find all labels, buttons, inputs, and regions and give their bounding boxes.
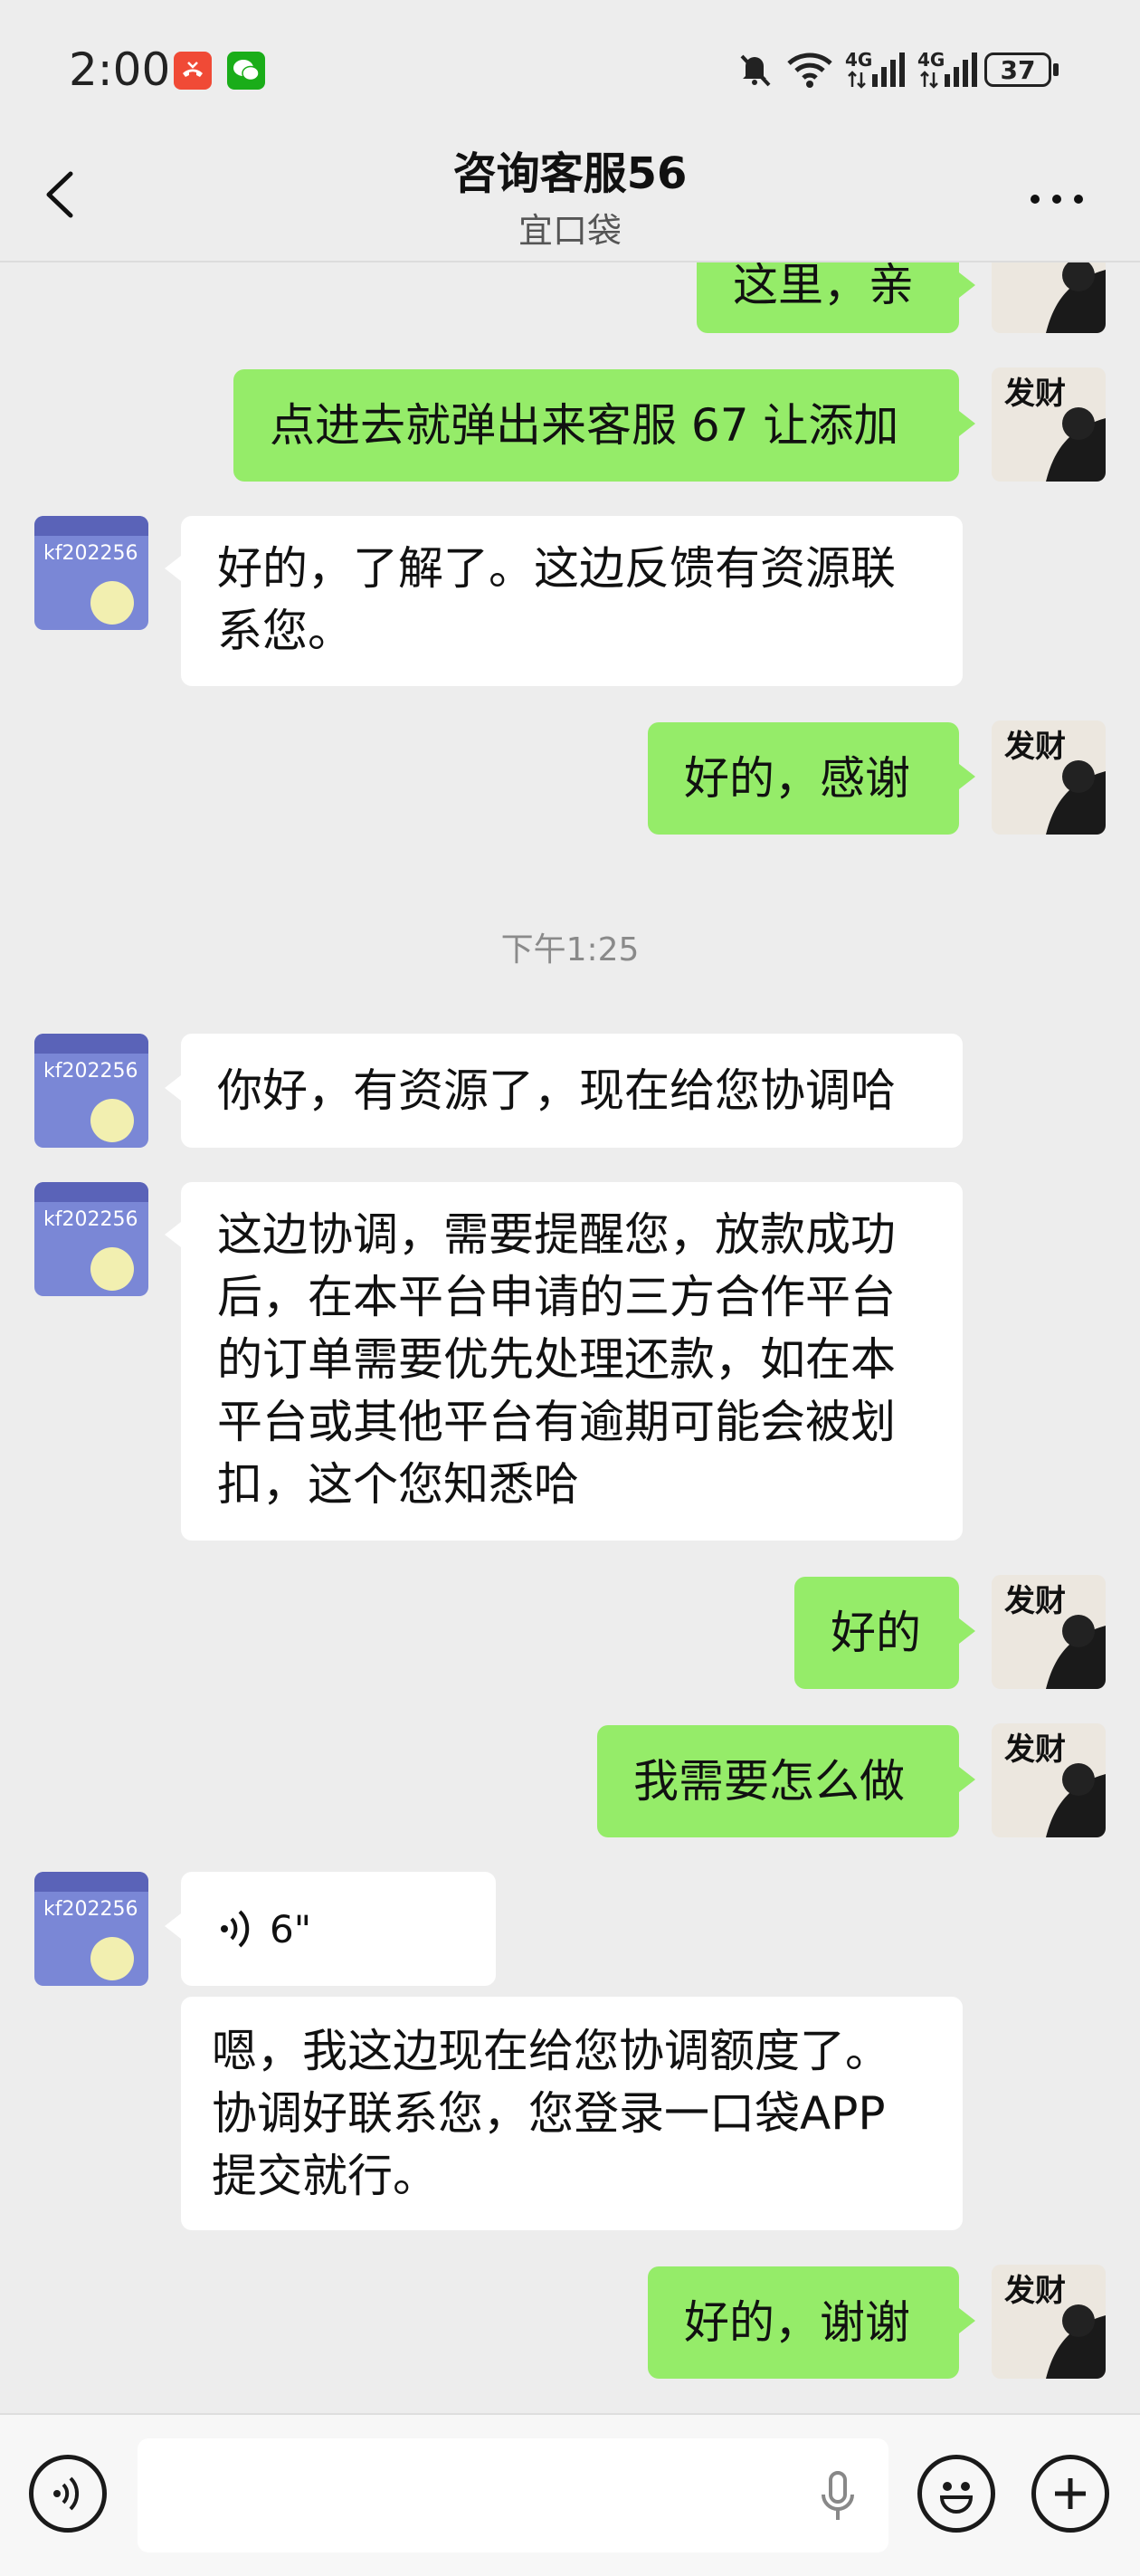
emoji-icon [939,2482,974,2514]
microphone-icon[interactable] [812,2469,863,2524]
message-timestamp: 下午1:25 [500,931,640,968]
agent-avatar[interactable]: kf202256 [34,1182,148,1296]
message-bubble-mine[interactable]: 我需要怎么做 [597,1725,975,1837]
message-text: 好的，谢谢 [684,2295,910,2349]
message-text: 我需要怎么做 [633,1754,905,1808]
message-line: 的订单需要优先处理还款，如在本 [217,1333,896,1386]
agent-avatar[interactable]: kf202256 [34,516,148,630]
message-bubble-mine[interactable]: 好的 [794,1577,975,1689]
message-line: 后，在本平台申请的三方合作平台 [217,1271,896,1323]
more-dots-icon [1031,195,1083,204]
message-bubble-mine[interactable]: 好的，感谢 [648,722,975,835]
chat-area[interactable]: 这里，亲 发财 点进去就弹出来客服 67 让添加 发财 kf202256 好的，… [0,262,1140,2411]
message-bubble-agent[interactable]: 嗯，我这边现在给您协调额度了。 协调好联系您，您登录一口袋APP 提交就行。 [181,1997,963,2230]
battery-level: 37 [1000,54,1036,85]
voice-wave-icon [221,1910,250,1948]
message-text: 好的 [831,1606,921,1659]
agent-avatar[interactable]: kf202256 [34,1034,148,1148]
message-line: 这边协调，需要提醒您，放款成功 [217,1208,896,1261]
my-avatar[interactable]: 发财 [992,367,1106,482]
message-text: 好的，感谢 [684,751,910,805]
message-text: 你好，有资源了，现在给您协调哈 [217,1064,896,1117]
message-bubble-agent[interactable]: 你好，有资源了，现在给您协调哈 [165,1034,963,1148]
voice-mode-icon [53,2476,80,2511]
battery-icon: 37 [984,52,1060,89]
avatar-me-text: 发财 [1004,262,1066,263]
chat-subtitle: 宜口袋 [518,211,622,251]
more-button[interactable] [1022,181,1091,217]
missed-call-icon [174,52,212,90]
message-text: 这里，亲 [733,262,914,311]
emoji-button[interactable] [917,2455,995,2533]
voice-mode-button[interactable] [29,2455,107,2533]
message-bubble-agent[interactable]: 好的，了解了。这边反馈有资源联 系您。 [165,516,963,686]
message-line: 提交就行。 [212,2150,438,2202]
svg-text:发财: 发财 [1004,2273,1066,2309]
svg-text:发财: 发财 [1004,1583,1066,1619]
svg-text:kf202256: kf202256 [43,1208,138,1231]
plus-button[interactable] [1031,2455,1109,2533]
wifi-icon [785,49,834,89]
voice-duration: 6" [270,1906,312,1951]
status-bar: 2:00 4G 4G 37 [0,0,1140,136]
message-text: 点进去就弹出来客服 67 让添加 [270,398,899,452]
message-line: 嗯，我这边现在给您协调额度了。 [212,2025,890,2077]
message-bubble-agent[interactable]: 这边协调，需要提醒您，放款成功 后，在本平台申请的三方合作平台 的订单需要优先处… [165,1182,963,1541]
signal-icon-2: 4G [917,49,977,89]
message-line: 好的，了解了。这边反馈有资源联 [217,542,896,595]
avatar-agent-text: kf202256 [43,542,138,565]
my-avatar[interactable]: 发财 [992,720,1106,835]
message-bubble-mine[interactable]: 好的，谢谢 [648,2266,975,2379]
my-avatar[interactable]: 发财 [992,1723,1106,1837]
message-line: 平台或其他平台有逾期可能会被划 [217,1396,896,1448]
plus-icon [1055,2478,1086,2509]
message-line: 扣，这个您知悉哈 [217,1458,579,1511]
my-avatar[interactable]: 发财 [992,262,1106,333]
message-line: 协调好联系您，您登录一口袋APP [212,2087,886,2140]
message-input[interactable] [138,2438,888,2552]
my-avatar[interactable]: 发财 [992,1575,1106,1689]
svg-text:发财: 发财 [1004,1732,1066,1768]
svg-text:kf202256: kf202256 [43,1060,138,1083]
svg-text:kf202256: kf202256 [43,1898,138,1921]
signal-icon-1: 4G [845,49,905,89]
voice-message-bubble[interactable]: 6" [165,1872,496,1986]
mute-icon [735,49,774,89]
chat-title: 咨询客服56 [452,148,688,199]
status-time: 2:00 [69,43,171,96]
wechat-icon [227,52,265,90]
input-bar [0,2413,1140,2576]
message-bubble-mine[interactable]: 点进去就弹出来客服 67 让添加 [233,369,975,482]
svg-text:发财: 发财 [1004,376,1066,412]
message-bubble-mine[interactable]: 这里，亲 [697,262,975,333]
agent-avatar[interactable]: kf202256 [34,1872,148,1986]
svg-text:发财: 发财 [1004,729,1066,765]
message-line: 系您。 [217,605,353,657]
my-avatar[interactable]: 发财 [992,2265,1106,2379]
